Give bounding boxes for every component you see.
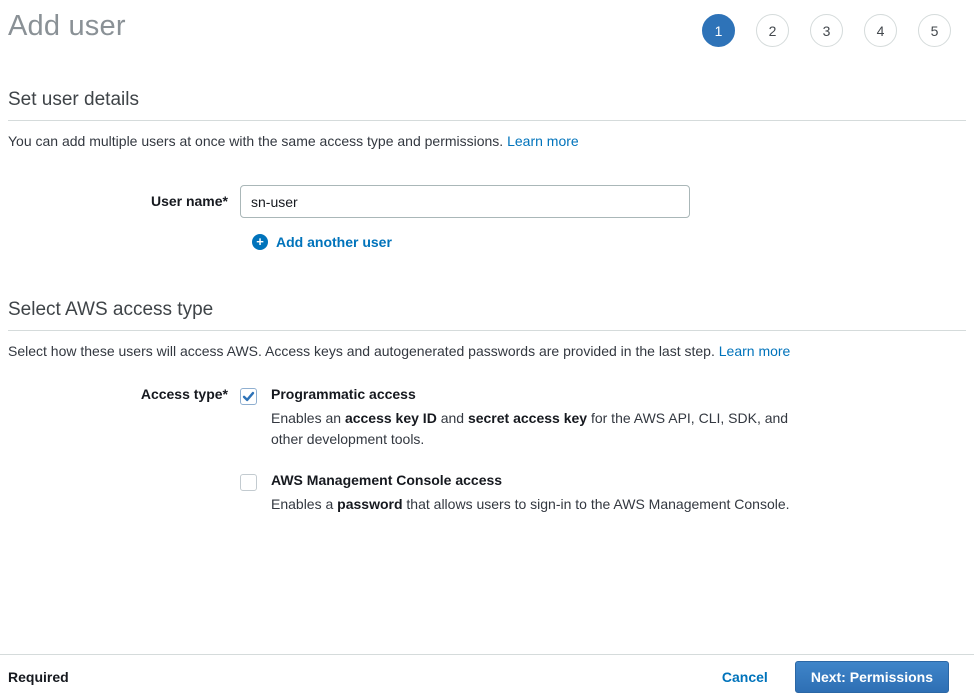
learn-more-link-access-type[interactable]: Learn more — [719, 343, 791, 359]
programmatic-access-checkbox[interactable] — [240, 388, 257, 405]
access-type-intro: Select how these users will access AWS. … — [8, 343, 966, 359]
step-5[interactable]: 5 — [918, 14, 951, 47]
user-name-row: User name* — [8, 185, 966, 218]
checkmark-icon — [242, 390, 255, 403]
page-header: Add user 1 2 3 4 5 — [8, 0, 966, 47]
access-type-options: Programmatic access Enables an access ke… — [240, 386, 799, 515]
access-type-row: Access type* Programmatic access Enables… — [8, 386, 966, 515]
add-another-user-label: Add another user — [276, 234, 392, 250]
user-name-input[interactable] — [240, 185, 690, 218]
footer-actions: Cancel Next: Permissions — [722, 661, 949, 693]
console-access-title: AWS Management Console access — [271, 472, 790, 488]
section-heading-access-type: Select AWS access type — [8, 299, 966, 331]
step-4[interactable]: 4 — [864, 14, 897, 47]
page-title: Add user — [8, 10, 126, 43]
console-access-checkbox[interactable] — [240, 474, 257, 491]
add-another-user-button[interactable]: + Add another user — [252, 234, 392, 250]
next-permissions-button[interactable]: Next: Permissions — [795, 661, 949, 693]
step-1[interactable]: 1 — [702, 14, 735, 47]
learn-more-link-user-details[interactable]: Learn more — [507, 133, 579, 149]
programmatic-access-desc: Enables an access key ID and secret acce… — [271, 408, 799, 450]
option-console-access: AWS Management Console access Enables a … — [240, 472, 799, 515]
console-access-desc: Enables a password that allows users to … — [271, 494, 790, 515]
cancel-button[interactable]: Cancel — [722, 669, 768, 685]
user-details-intro-text: You can add multiple users at once with … — [8, 133, 503, 149]
user-details-intro: You can add multiple users at once with … — [8, 133, 966, 149]
plus-circle-icon: + — [252, 234, 268, 250]
step-2[interactable]: 2 — [756, 14, 789, 47]
section-heading-user-details: Set user details — [8, 89, 966, 121]
add-user-page: Add user 1 2 3 4 5 Set user details You … — [0, 0, 974, 697]
wizard-step-indicator: 1 2 3 4 5 — [702, 14, 951, 47]
user-name-label: User name* — [8, 185, 240, 218]
required-label: Required — [8, 669, 69, 685]
programmatic-access-title: Programmatic access — [271, 386, 799, 402]
wizard-footer: Required Cancel Next: Permissions — [0, 654, 974, 697]
step-3[interactable]: 3 — [810, 14, 843, 47]
access-type-intro-text: Select how these users will access AWS. … — [8, 343, 715, 359]
access-type-label: Access type* — [8, 386, 240, 515]
option-programmatic-access: Programmatic access Enables an access ke… — [240, 386, 799, 450]
programmatic-access-text: Programmatic access Enables an access ke… — [271, 386, 799, 450]
console-access-text: AWS Management Console access Enables a … — [271, 472, 790, 515]
